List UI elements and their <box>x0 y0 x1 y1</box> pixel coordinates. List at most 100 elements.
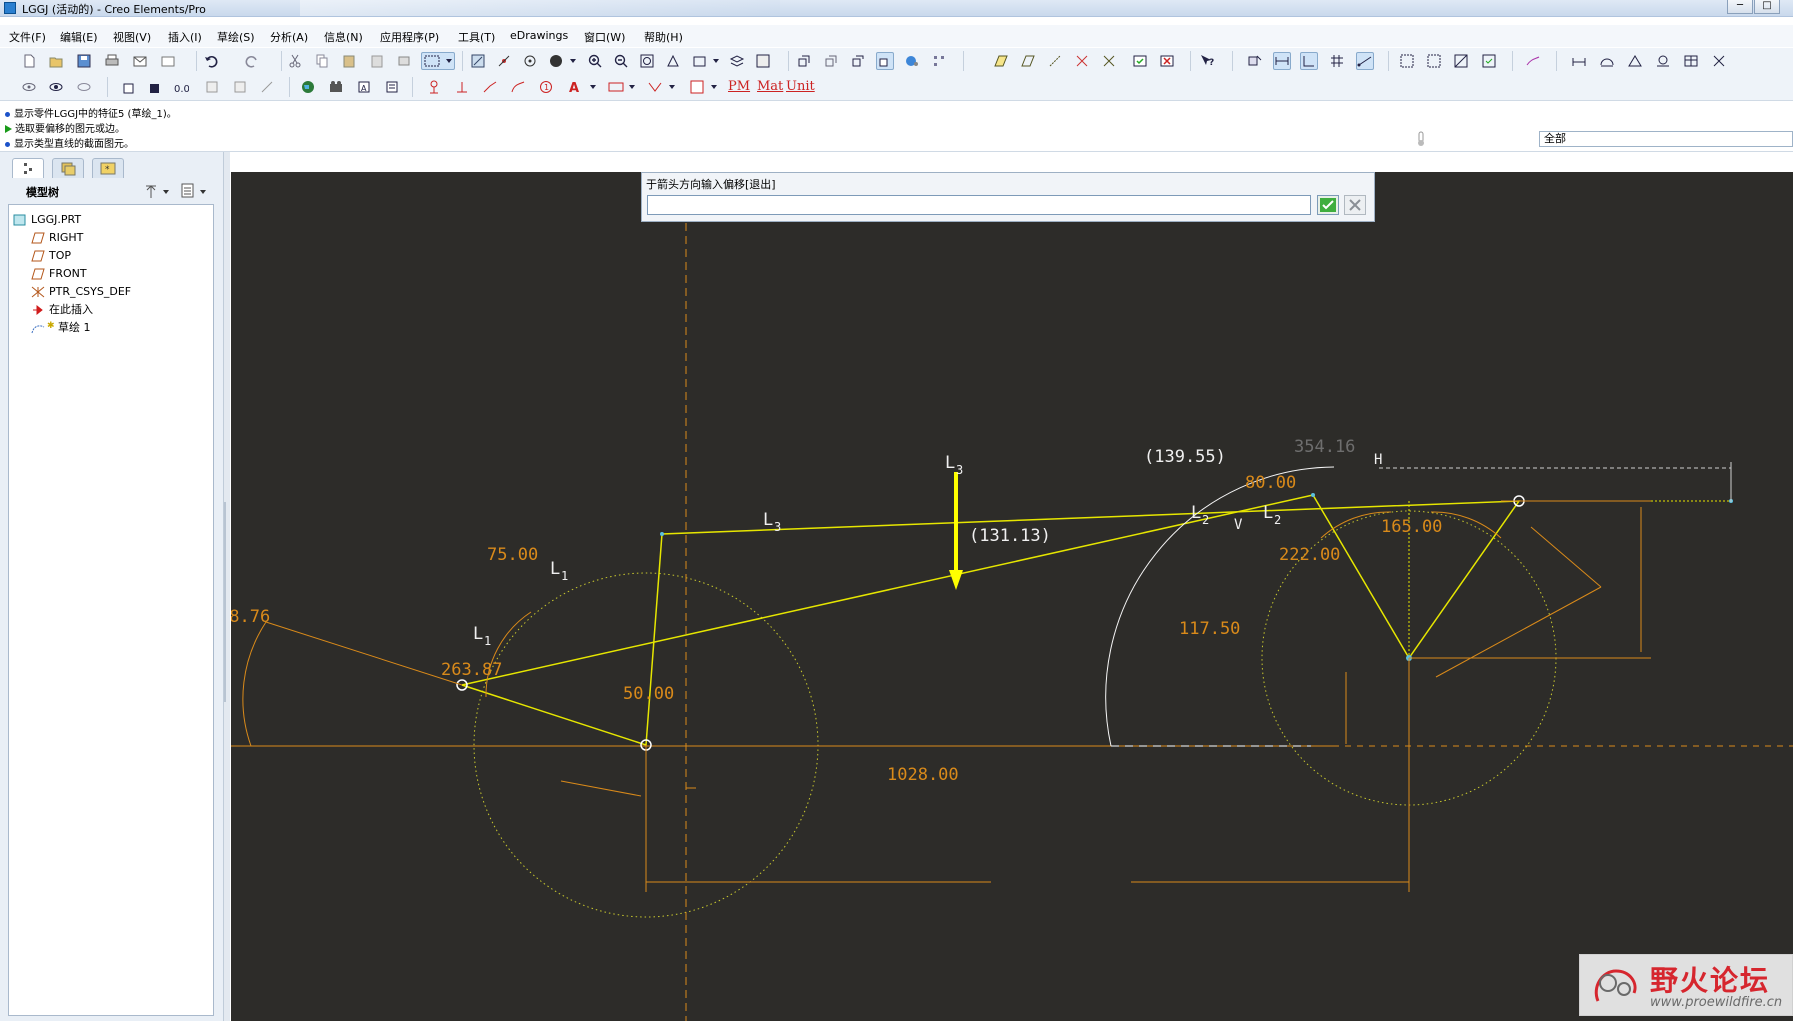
no-hidden-icon[interactable] <box>849 52 867 70</box>
dim-222[interactable]: 222.00 <box>1279 545 1340 565</box>
saved-views-icon[interactable] <box>690 52 724 70</box>
dimension-radius-icon[interactable] <box>1654 52 1672 70</box>
undo-icon[interactable] <box>202 52 220 70</box>
menu-window[interactable]: 窗口(W) <box>584 29 625 45</box>
table-icon[interactable] <box>1682 52 1700 70</box>
spin-center-icon[interactable] <box>495 52 513 70</box>
sketch-canvas[interactable]: 75.00 18.76 263.87 50.00 1028.00 80.00 1… <box>231 172 1793 1021</box>
zoom-out-icon[interactable] <box>612 52 630 70</box>
menu-analysis[interactable]: 分析(A) <box>270 29 308 45</box>
parameters-icon[interactable]: 0.0 <box>172 78 190 96</box>
text-tool-icon[interactable]: A <box>567 78 601 96</box>
open-file-icon[interactable] <box>47 52 65 70</box>
menu-insert[interactable]: 插入(I) <box>168 29 202 45</box>
report-icon[interactable] <box>383 78 401 96</box>
tree-settings-icon[interactable] <box>143 182 173 200</box>
menu-applications[interactable]: 应用程序(P) <box>380 29 439 45</box>
datum-planes-icon[interactable] <box>992 52 1010 70</box>
info-icon-3[interactable] <box>258 78 276 96</box>
cancel-button[interactable] <box>1344 195 1366 215</box>
send-link-icon[interactable] <box>159 52 177 70</box>
close-window-icon[interactable] <box>1158 52 1176 70</box>
sketch-view-icon[interactable] <box>1246 52 1264 70</box>
tree-show-icon[interactable] <box>180 182 210 200</box>
menu-file[interactable]: 文件(F) <box>9 29 46 45</box>
unit-button[interactable]: Unit <box>785 78 815 96</box>
info-icon-1[interactable] <box>203 78 221 96</box>
dim-117-50[interactable]: 117.50 <box>1179 619 1240 639</box>
view-manager-icon[interactable] <box>754 52 772 70</box>
orient-mode-icon[interactable] <box>521 52 539 70</box>
symbol-tool-icon[interactable] <box>688 78 722 96</box>
menu-edit[interactable]: 编辑(E) <box>60 29 98 45</box>
show-dimensions-icon[interactable] <box>1273 52 1291 70</box>
dim-1028[interactable]: 1028.00 <box>887 765 959 785</box>
select-icon-1[interactable] <box>1398 52 1416 70</box>
datum-axis-tool-icon[interactable] <box>453 78 471 96</box>
dim-50[interactable]: 50.00 <box>623 684 674 704</box>
tab-folder-browser[interactable] <box>52 158 84 178</box>
repaint-icon[interactable] <box>469 52 487 70</box>
family-table-icon[interactable] <box>120 78 138 96</box>
datum-axes-icon[interactable] <box>1019 52 1037 70</box>
dimension-tool-icon[interactable] <box>606 78 640 96</box>
pm-button[interactable]: PM <box>727 78 751 96</box>
panel-splitter[interactable] <box>224 152 230 1021</box>
menu-sketch[interactable]: 草绘(S) <box>217 29 255 45</box>
dim-131-13[interactable]: (131.13) <box>969 526 1051 546</box>
mat-button[interactable]: Mat <box>756 78 783 96</box>
send-mail-icon[interactable] <box>131 52 149 70</box>
enhanced-realism-icon[interactable] <box>903 52 921 70</box>
dim-165[interactable]: 165.00 <box>1381 517 1442 537</box>
menu-info[interactable]: 信息(N) <box>324 29 363 45</box>
dim-75[interactable]: 75.00 <box>487 545 538 565</box>
zoom-in-icon[interactable] <box>586 52 604 70</box>
vertex-l3-end[interactable] <box>1311 493 1315 497</box>
minimize-button[interactable]: ─ <box>1727 0 1753 14</box>
wireframe-icon[interactable] <box>795 52 813 70</box>
maximize-button[interactable]: □ <box>1754 0 1780 14</box>
copy-icon[interactable] <box>313 52 331 70</box>
show-vertices-icon[interactable] <box>1356 52 1374 70</box>
selection-box-icon[interactable] <box>421 52 455 70</box>
delete-segment-icon[interactable] <box>1710 52 1728 70</box>
note-icon[interactable]: 1 <box>537 78 555 96</box>
vertex-top[interactable] <box>660 532 664 536</box>
refit-icon[interactable] <box>638 52 656 70</box>
annotation-icon[interactable]: A <box>355 78 373 96</box>
shading-icon[interactable] <box>876 52 894 70</box>
hidden-line-icon[interactable] <box>822 52 840 70</box>
datum-curve-tool-icon[interactable] <box>481 78 499 96</box>
context-help-icon[interactable]: ? <box>1198 52 1216 70</box>
dim-139-55[interactable]: (139.55) <box>1144 447 1226 467</box>
dim-80[interactable]: 80.00 <box>1245 473 1296 493</box>
reorient-icon[interactable] <box>664 52 682 70</box>
selection-filter[interactable]: 全部 <box>1539 131 1793 147</box>
graphics-window[interactable]: 75.00 18.76 263.87 50.00 1028.00 80.00 1… <box>231 172 1793 1021</box>
layers-icon[interactable] <box>728 52 746 70</box>
save-icon[interactable] <box>75 52 93 70</box>
print-icon[interactable] <box>103 52 121 70</box>
select-icon-2[interactable] <box>1425 52 1443 70</box>
new-file-icon[interactable] <box>20 52 38 70</box>
accept-box-icon[interactable] <box>1131 52 1149 70</box>
select-icon-4[interactable] <box>1480 52 1498 70</box>
menu-edrawings[interactable]: eDrawings <box>510 29 568 42</box>
sketcher-display-icon[interactable] <box>930 52 948 70</box>
sketch-curve-icon[interactable] <box>509 78 527 96</box>
menu-tools[interactable]: 工具(T) <box>458 29 495 45</box>
datum-points-icon[interactable] <box>1046 52 1064 70</box>
menu-view[interactable]: 视图(V) <box>113 29 151 45</box>
eye-icon-3[interactable] <box>75 78 93 96</box>
regenerate-icon[interactable] <box>395 52 413 70</box>
eye-icon-2[interactable] <box>47 78 65 96</box>
eye-icon-1[interactable] <box>20 78 38 96</box>
dim-18-76[interactable]: 18.76 <box>231 607 270 627</box>
sketch-tool-icon[interactable] <box>1524 52 1542 70</box>
show-constraints-icon[interactable] <box>1300 52 1318 70</box>
dim-263-87[interactable]: 263.87 <box>441 660 502 680</box>
paste-special-icon[interactable] <box>368 52 386 70</box>
dim-354-16[interactable]: 354.16 <box>1294 437 1355 457</box>
offset-input[interactable] <box>647 195 1311 215</box>
dimension-angle-icon[interactable] <box>1626 52 1644 70</box>
